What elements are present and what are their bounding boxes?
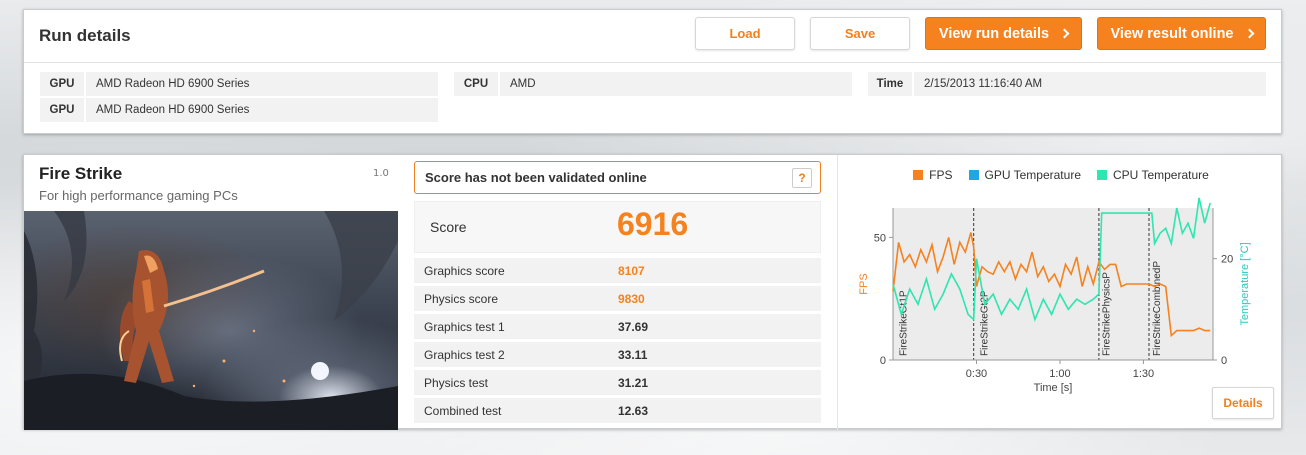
row-label: Graphics test 2 (424, 348, 505, 362)
artwork-illustration (24, 211, 398, 430)
row-value: 37.69 (618, 320, 649, 334)
benchmark-artwork (24, 211, 398, 430)
cpu-temp-swatch (1097, 170, 1107, 180)
row-label: Combined test (424, 404, 502, 418)
view-result-online-button[interactable]: View result online (1097, 17, 1266, 50)
row-label: Physics score (424, 292, 499, 306)
chevron-right-icon (1059, 28, 1070, 39)
cpu-label: CPU (454, 72, 500, 96)
gpu-row-2: GPU AMD Radeon HD 6900 Series (40, 98, 438, 122)
row-value: 8107 (618, 264, 645, 278)
section-label: FireStrikeCombinedP (1152, 261, 1163, 356)
y2-tick-label: 20 (1221, 254, 1233, 266)
cpu-row: CPU AMD (454, 72, 852, 96)
row-label: Physics test (424, 376, 489, 390)
header-divider (24, 62, 1281, 63)
score-box: Score 6916 (414, 201, 821, 253)
graphics-score-row: Graphics score 8107 (414, 258, 821, 283)
time-value: 2/15/2013 11:16:40 AM (924, 78, 1043, 90)
y-tick-label: 50 (874, 232, 886, 244)
run-details-panel: Run details Load Save View run details V… (23, 9, 1282, 134)
load-button[interactable]: Load (695, 17, 795, 50)
graphics-test-1-row: Graphics test 1 37.69 (414, 314, 821, 339)
plot-background (893, 208, 1213, 360)
benchmark-version: 1.0 (373, 168, 389, 179)
x-tick-label: 1:30 (1133, 368, 1154, 380)
save-button[interactable]: Save (810, 17, 910, 50)
legend-cpu-temp-label: CPU Temperature (1113, 168, 1209, 182)
section-label: FireStrikePhysicsP (1102, 272, 1113, 356)
gpu-label: GPU (40, 98, 86, 122)
legend-fps[interactable]: FPS (913, 168, 953, 182)
score-value: 6916 (617, 206, 689, 242)
y2-axis-label: Temperature [°C] (1239, 242, 1251, 325)
benchmark-subtitle: For high performance gaming PCs (39, 188, 238, 203)
gpu-value: AMD Radeon HD 6900 Series (96, 104, 250, 116)
section-label: FireStrikeGt1P (899, 290, 910, 356)
fps-swatch (913, 170, 924, 180)
benchmark-panel: Fire Strike For high performance gaming … (23, 154, 1283, 430)
monitoring-chart: FPS GPU Temperature CPU Temperature Fire… (837, 155, 1283, 430)
gpu-label: GPU (40, 72, 86, 96)
view-run-details-label: View run details (938, 25, 1050, 42)
time-row: Time 2/15/2013 11:16:40 AM (868, 72, 1266, 96)
time-label: Time (868, 72, 914, 96)
chevron-right-icon (1244, 28, 1254, 39)
x-tick-label: 1:00 (1049, 368, 1070, 380)
x-axis-label: Time [s] (1034, 382, 1073, 394)
validation-notice: Score has not been validated online ? (414, 161, 821, 194)
row-label: Graphics test 1 (424, 320, 505, 334)
physics-test-row: Physics test 31.21 (414, 370, 821, 395)
y2-tick-label: 0 (1221, 355, 1227, 367)
legend-gpu-temp[interactable]: GPU Temperature (968, 168, 1082, 182)
x-tick-label: 0:30 (966, 368, 987, 380)
score-label: Score (430, 219, 467, 235)
legend-cpu-temp[interactable]: CPU Temperature (1097, 168, 1209, 182)
y-tick-label: 0 (880, 355, 886, 367)
graphics-test-2-row: Graphics test 2 33.11 (414, 342, 821, 367)
gpu-row-1: GPU AMD Radeon HD 6900 Series (40, 72, 438, 96)
gpu-temp-swatch (968, 170, 979, 180)
legend-gpu-temp-label: GPU Temperature (984, 168, 1082, 182)
combined-test-row: Combined test 12.63 (414, 398, 821, 423)
run-details-title: Run details (39, 26, 131, 45)
physics-score-row: Physics score 9830 (414, 286, 821, 311)
y-axis-label: FPS (858, 273, 870, 294)
row-value: 12.63 (618, 404, 649, 418)
view-result-online-label: View result online (1110, 25, 1234, 42)
view-run-details-button[interactable]: View run details (925, 17, 1082, 50)
chart-legend: FPS GPU Temperature CPU Temperature (838, 168, 1284, 182)
help-button[interactable]: ? (792, 168, 812, 188)
legend-fps-label: FPS (929, 168, 953, 182)
row-value: 33.11 (618, 348, 648, 362)
details-button[interactable]: Details (1212, 387, 1274, 419)
row-label: Graphics score (424, 264, 505, 278)
row-value: 9830 (618, 292, 645, 306)
cpu-value: AMD (510, 78, 536, 90)
benchmark-title: Fire Strike (39, 164, 123, 183)
gpu-value: AMD Radeon HD 6900 Series (96, 78, 250, 90)
row-value: 31.21 (618, 376, 649, 390)
validation-text: Score has not been validated online (425, 170, 647, 185)
